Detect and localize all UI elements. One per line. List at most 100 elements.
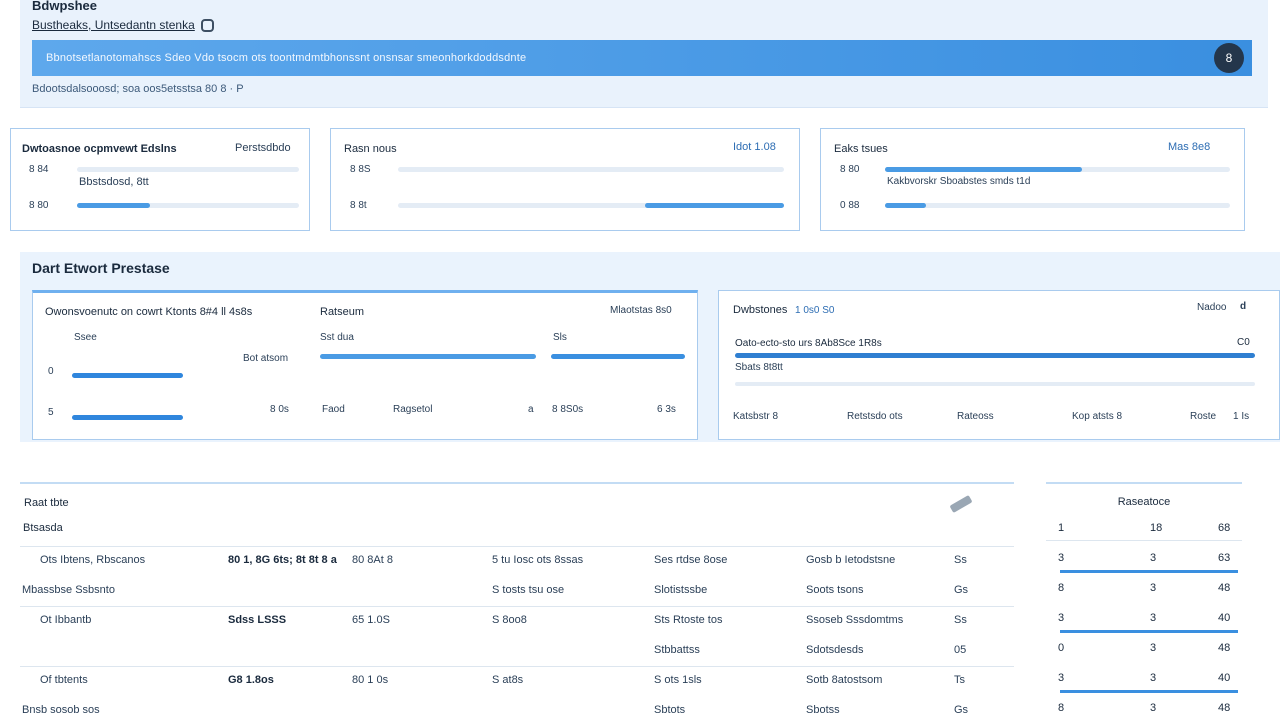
panel-footer: Katsbstr 8 Retstsdo ots Rateoss Kop atst… bbox=[719, 407, 1280, 441]
side-table-cell: 48 bbox=[1218, 702, 1231, 714]
table-cell: Sdotsdesds bbox=[806, 644, 864, 656]
table-cell[interactable]: Ots Ibtens, Rbscanos bbox=[40, 554, 145, 566]
detail-line: Sbats 8t8tt bbox=[735, 362, 783, 373]
row-divider bbox=[20, 546, 1014, 547]
stat-row-label: 8 80 bbox=[840, 164, 860, 175]
table-cell: Sbtots bbox=[654, 704, 686, 716]
column-head: Sls bbox=[553, 332, 567, 343]
column-head: Sst dua bbox=[320, 332, 354, 343]
progress-bar bbox=[735, 353, 1255, 358]
breadcrumb[interactable]: Bdootsdalsooosd; soa oos5etsstsa 80 8 · … bbox=[32, 83, 244, 95]
stat-card-1[interactable]: Dwtoasnoe ocpmvewt Edslns Perstsdbdo 8 8… bbox=[10, 128, 310, 231]
table-cell: Gs bbox=[954, 584, 969, 596]
table-cell: Soots tsons bbox=[806, 584, 864, 596]
user-avatar[interactable]: 8 bbox=[1214, 43, 1244, 73]
data-table: Raat tbte Btsasda Ots Ibtens, Rbscanos 80… bbox=[20, 482, 1014, 720]
progress-bar bbox=[72, 373, 183, 378]
panel-meta: Nadoo bbox=[1197, 302, 1227, 313]
table-cell: Stbbattss bbox=[654, 644, 700, 656]
row-value: a bbox=[528, 404, 534, 415]
table-cell: Ss bbox=[954, 614, 967, 626]
details-panel[interactable]: Dwbstones 1 0s0 S0 Nadoo d Oato-ecto-sto… bbox=[718, 290, 1280, 440]
section-title: Dart Etwort Prestase bbox=[32, 260, 170, 276]
table-cell: S ots 1sls bbox=[654, 674, 702, 686]
overview-section: Dart Etwort Prestase Owonsvoenutc on cow… bbox=[20, 252, 1280, 442]
table-cell: Sotb 8atostsom bbox=[806, 674, 883, 686]
row-label: 5 bbox=[48, 407, 54, 418]
table-cell: Sdss LSSS bbox=[228, 614, 287, 626]
stat-card-note: Kakbvorskr Sboabstes smds t1d bbox=[887, 176, 1031, 187]
progress-track bbox=[398, 203, 784, 208]
table-cell: 65 1.0S bbox=[352, 614, 390, 626]
stat-card-title: Eaks tsues bbox=[834, 143, 888, 155]
edit-icon[interactable]: d bbox=[1240, 301, 1246, 312]
detail-line: Oato-ecto-sto urs 8Ab8Sce 1R8s bbox=[735, 338, 882, 349]
table-cell: G8 1.8os bbox=[228, 674, 274, 686]
stat-card-3[interactable]: Eaks tsues Mas 8e8 8 80 Kakbvorskr Sboab… bbox=[820, 128, 1245, 231]
stat-card-meta: Mas 8e8 bbox=[1168, 141, 1211, 153]
side-table-cell: 3 bbox=[1150, 642, 1157, 654]
progress-bar bbox=[320, 354, 536, 359]
table-cell[interactable]: Mbassbse Ssbsnto bbox=[22, 584, 115, 596]
table-cell: 80 1 0s bbox=[352, 674, 389, 686]
side-table-cell: 3 bbox=[1150, 702, 1157, 714]
side-header-cell: 68 bbox=[1218, 522, 1231, 534]
overview-panel[interactable]: Owonsvoenutc on cowrt Ktonts 8#4 ll 4s8s… bbox=[32, 290, 698, 440]
footer-label: Rateoss bbox=[957, 411, 994, 422]
app-subtitle[interactable]: Bustheaks, Untsedantn stenka bbox=[32, 18, 214, 32]
window-icon[interactable] bbox=[200, 18, 214, 32]
row-value: Ragsetol bbox=[393, 404, 433, 415]
table-cell: S at8s bbox=[492, 674, 524, 686]
table-cell: Ses rtdse 8ose bbox=[654, 554, 728, 566]
panel-title-meta: 1 0s0 S0 bbox=[795, 305, 835, 316]
row-highlight-bar bbox=[1060, 570, 1238, 573]
side-summary-table: Raseatoce 1 18 68 3 3 63 8 3 48 3 3 40 0 3 48 3 3 40 8 3 48 bbox=[1046, 482, 1242, 720]
side-table-cell: 40 bbox=[1218, 672, 1231, 684]
side-table-cell: 3 bbox=[1150, 552, 1157, 564]
table-cell: 80 1, 8G 6ts; 8t 8t 8 a bbox=[228, 554, 337, 566]
side-header-cell: 18 bbox=[1150, 522, 1163, 534]
table-cell[interactable]: Ot Ibbantb bbox=[40, 614, 91, 626]
stat-row-label: 8 80 bbox=[29, 200, 49, 211]
footer-label: Retstsdo ots bbox=[847, 411, 903, 422]
side-table-cell: 8 bbox=[1058, 702, 1065, 714]
table-cell: 80 8At 8 bbox=[352, 554, 393, 566]
progress-bar bbox=[551, 354, 685, 359]
row-divider bbox=[20, 666, 1014, 667]
subtitle-link[interactable]: Bustheaks, Untsedantn stenka bbox=[32, 18, 195, 32]
side-table-cell: 3 bbox=[1150, 612, 1157, 624]
row-value: 8 0s bbox=[270, 404, 289, 415]
stat-row-label: 8 84 bbox=[29, 164, 49, 175]
stat-card-2[interactable]: Rasn nous Idot 1.08 8 8S 8 8t bbox=[330, 128, 800, 231]
panel-title: Dwbstones bbox=[733, 304, 788, 316]
table-cell[interactable]: Of tbtents bbox=[40, 674, 88, 686]
progress-fill bbox=[645, 203, 784, 208]
stat-row-label: 0 88 bbox=[840, 200, 860, 211]
table-cell: 5 tu Iosc ots 8ssas bbox=[492, 554, 584, 566]
side-table-cell: 0 bbox=[1058, 642, 1065, 654]
stat-card-title: Rasn nous bbox=[344, 143, 397, 155]
progress-track bbox=[885, 167, 1230, 172]
row-value: 8 8S0s bbox=[552, 404, 584, 415]
side-table-cell: 8 bbox=[1058, 582, 1065, 594]
table-cell: Gosb b Ietodstsne bbox=[806, 554, 896, 566]
row-divider bbox=[20, 606, 1014, 607]
side-table-cell: 3 bbox=[1058, 552, 1065, 564]
side-table-cell: 63 bbox=[1218, 552, 1231, 564]
row-value: Bot atsom bbox=[243, 353, 289, 364]
progress-bar bbox=[72, 415, 183, 420]
row-divider bbox=[1046, 540, 1242, 541]
side-table-cell: 48 bbox=[1218, 642, 1231, 654]
side-table-cell: 3 bbox=[1058, 672, 1065, 684]
stat-card-note: Bbstsdosd, 8tt bbox=[79, 176, 149, 188]
stat-card-meta: Idot 1.08 bbox=[733, 141, 776, 153]
table-cell: Sts Rtoste tos bbox=[654, 614, 723, 626]
progress-track bbox=[398, 167, 784, 172]
progress-track bbox=[77, 167, 299, 172]
table-cell[interactable]: Bnsb sosob sos bbox=[22, 704, 100, 716]
side-table-cell: 48 bbox=[1218, 582, 1231, 594]
side-table-cell: 3 bbox=[1058, 612, 1065, 624]
footer-label: Roste bbox=[1190, 411, 1217, 422]
stat-card-title: Dwtoasnoe ocpmvewt Edslns bbox=[22, 143, 177, 155]
progress-track bbox=[77, 203, 299, 208]
